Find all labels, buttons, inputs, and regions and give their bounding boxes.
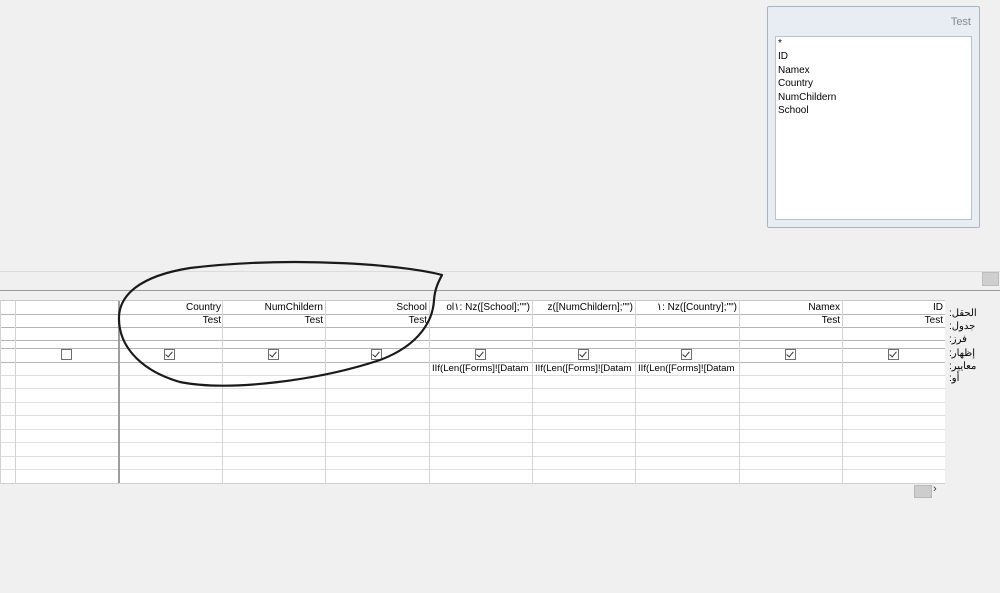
show-checkbox[interactable] [681,349,692,360]
table-cell[interactable] [533,314,636,327]
field-cell[interactable]: NumChildern [223,301,326,314]
table-title: Test [950,16,971,28]
row-label-criteria: معايير: [949,361,977,372]
row-label-sort: فرز: [949,334,967,345]
table-cell[interactable]: Test [740,314,843,327]
field-cell[interactable]: Namex [740,301,843,314]
row-label-show: إظهار: [949,348,976,359]
grid-column[interactable]: Country Test [118,301,224,483]
field-cell[interactable]: ol١: Nz([School];"") [430,301,533,314]
show-checkbox[interactable] [475,349,486,360]
field-item-id[interactable]: ID [776,50,971,63]
show-checkbox[interactable] [268,349,279,360]
field-list[interactable]: * ID Namex Country NumChildern School [775,36,972,220]
grid-column[interactable]: ID Test [842,301,945,483]
grid-column-empty[interactable] [15,301,119,483]
table-cell[interactable] [636,314,740,327]
show-checkbox[interactable] [61,349,72,360]
grid-column[interactable]: ١: Nz([Country];"") IIf(Len([Forms]![Dat… [635,301,740,483]
criteria-cell[interactable]: IIf(Len([Forms]![Datam [533,362,636,375]
scrollbar-thumb[interactable] [914,485,932,498]
table-cell[interactable] [430,314,533,327]
pane-splitter[interactable] [0,271,1000,286]
grid-column[interactable]: Namex Test [739,301,843,483]
grid-column[interactable]: ol١: Nz([School];"") IIf(Len([Forms]![Da… [429,301,533,483]
horizontal-scrollbar[interactable]: › [0,483,945,498]
row-label-table: جدول: [949,321,976,332]
field-item-school[interactable]: School [776,104,971,117]
field-cell[interactable]: School [326,301,430,314]
show-checkbox[interactable] [164,349,175,360]
table-cell[interactable]: Test [120,314,224,327]
field-item-all[interactable]: * [776,37,971,50]
criteria-cell[interactable]: IIf(Len([Forms]![Datam [430,362,533,375]
field-cell[interactable]: Country [120,301,224,314]
scroll-right-arrow-icon[interactable]: › [933,483,937,495]
table-cell[interactable]: Test [843,314,945,327]
show-checkbox[interactable] [888,349,899,360]
field-item-namex[interactable]: Namex [776,64,971,77]
show-checkbox[interactable] [578,349,589,360]
grid-column[interactable]: School Test [325,301,430,483]
table-cell[interactable]: Test [326,314,430,327]
grid-column-partial[interactable] [0,301,16,483]
table-field-list-window[interactable]: Test * ID Namex Country NumChildern Scho… [767,6,980,228]
table-pane: Test * ID Namex Country NumChildern Scho… [0,0,1000,270]
field-item-numchildern[interactable]: NumChildern [776,91,971,104]
field-cell[interactable]: ١: Nz([Country];"") [636,301,740,314]
row-label-field: الحقل: [949,308,977,319]
pane-divider [0,290,1000,291]
query-design-grid[interactable]: ID Test Namex Test ١: Nz([Country];"") I… [0,300,945,484]
row-label-or: أو: [949,373,960,384]
splitter-scroll-button[interactable] [982,272,999,286]
field-cell[interactable]: z([NumChildern];"") [533,301,636,314]
table-cell[interactable]: Test [223,314,326,327]
field-cell[interactable]: ID [843,301,945,314]
field-item-country[interactable]: Country [776,77,971,90]
criteria-cell[interactable]: IIf(Len([Forms]![Datam [636,362,740,375]
grid-column[interactable]: NumChildern Test [222,301,326,483]
grid-column[interactable]: z([NumChildern];"") IIf(Len([Forms]![Dat… [532,301,636,483]
show-checkbox[interactable] [785,349,796,360]
show-checkbox[interactable] [371,349,382,360]
